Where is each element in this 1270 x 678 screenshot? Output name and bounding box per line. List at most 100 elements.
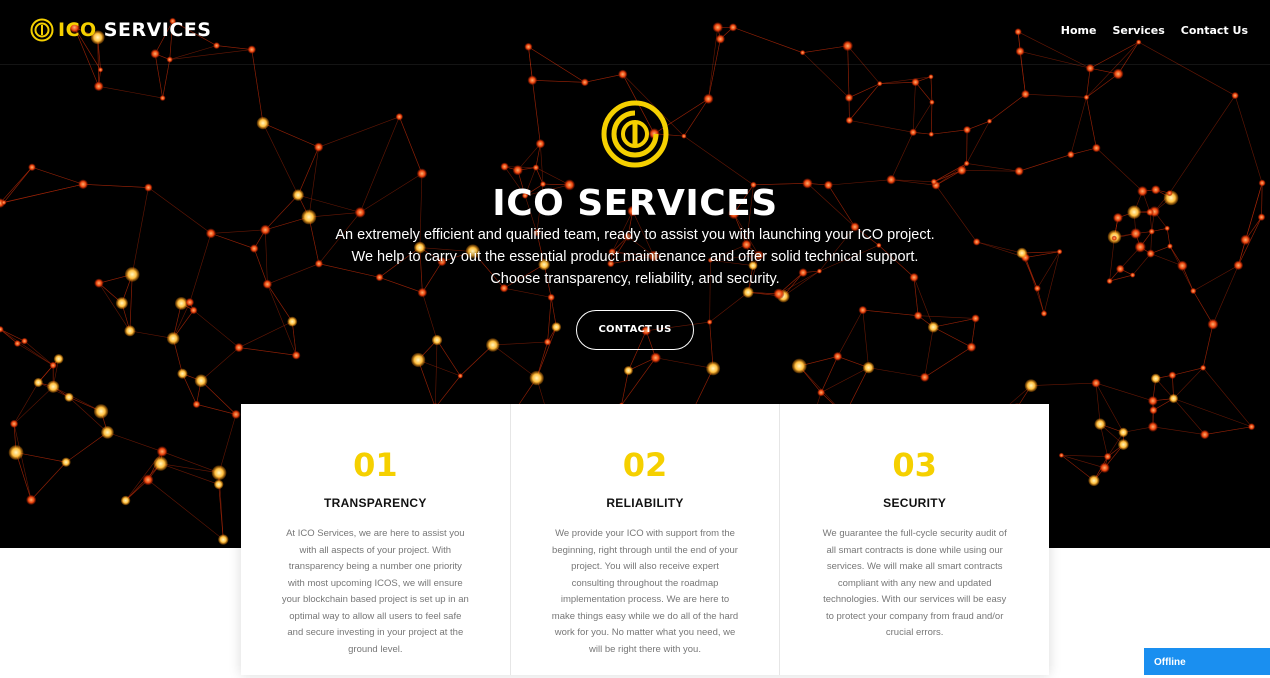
network-node <box>94 82 103 91</box>
network-node <box>143 475 154 486</box>
network-node <box>1200 365 1206 371</box>
hero-line: We help to carry out the essential produ… <box>0 246 1270 268</box>
hero-title: ICO SERVICES <box>0 184 1270 224</box>
network-link <box>585 74 623 82</box>
network-node <box>833 352 842 361</box>
network-link <box>107 432 162 451</box>
network-node <box>1100 463 1110 473</box>
network-link <box>931 77 932 102</box>
network-node <box>1232 92 1239 99</box>
network-node <box>706 362 720 376</box>
network-node <box>218 534 228 544</box>
network-node <box>64 393 73 402</box>
network-link <box>197 404 236 414</box>
network-link <box>821 368 868 393</box>
feature-text: We provide your ICO with support from th… <box>550 526 740 658</box>
network-link <box>1153 427 1205 435</box>
network-node <box>877 81 882 86</box>
coin-emblem-icon <box>601 100 669 168</box>
nav-services[interactable]: Services <box>1112 24 1164 37</box>
network-link <box>821 356 838 392</box>
network-node <box>458 373 463 378</box>
network-link <box>1061 455 1094 480</box>
network-node <box>1104 453 1111 460</box>
network-node <box>98 67 103 72</box>
network-link <box>418 360 435 408</box>
network-node <box>528 76 537 85</box>
network-link <box>1172 368 1203 375</box>
hero-content: ICO SERVICES An extremely efficient and … <box>0 100 1270 350</box>
network-link <box>16 452 66 462</box>
hero-description: An extremely efficient and qualified tea… <box>0 224 1270 290</box>
hero-line: An extremely efficient and qualified tea… <box>0 224 1270 246</box>
network-node <box>1148 396 1158 406</box>
network-node <box>61 458 70 467</box>
network-link <box>869 368 925 378</box>
network-link <box>201 381 236 415</box>
network-node <box>1118 439 1129 450</box>
network-node <box>10 420 18 428</box>
network-link <box>1174 368 1204 399</box>
network-node <box>157 446 167 456</box>
network-node <box>47 381 59 393</box>
features-panel: 01 TRANSPARENCY At ICO Services, we are … <box>241 404 1049 675</box>
main-nav: Home Services Contact Us <box>1045 24 1248 37</box>
logo-wordmark: ICO SERVICES <box>58 19 211 41</box>
feature-number: 01 <box>241 446 510 484</box>
network-node <box>1113 69 1123 79</box>
contact-us-button[interactable]: CONTACT US <box>576 310 694 350</box>
network-link <box>162 452 219 473</box>
network-node <box>1094 418 1105 429</box>
network-link <box>435 376 460 408</box>
hero-line: Choose transparency, reliability, and se… <box>0 268 1270 290</box>
network-node <box>101 426 114 439</box>
network-node <box>920 373 929 382</box>
network-node <box>9 445 24 460</box>
network-node <box>1021 90 1029 98</box>
network-node <box>1169 372 1176 379</box>
network-node <box>792 359 807 374</box>
feature-text: At ICO Services, we are here to assist y… <box>280 526 470 658</box>
network-node <box>214 480 224 490</box>
chat-status-widget[interactable]: Offline <box>1144 648 1270 675</box>
feature-text: We guarantee the full-cycle security aud… <box>820 526 1010 642</box>
network-node <box>231 410 240 419</box>
network-link <box>148 480 223 540</box>
network-node <box>193 401 201 409</box>
network-node <box>1149 406 1157 414</box>
network-link <box>1086 74 1118 97</box>
feature-title: TRANSPARENCY <box>241 496 510 510</box>
site-logo[interactable]: ICO SERVICES <box>30 18 211 42</box>
nav-home[interactable]: Home <box>1061 24 1097 37</box>
network-node <box>1148 422 1158 432</box>
network-link <box>66 432 107 462</box>
network-link <box>435 340 437 408</box>
network-link <box>161 464 219 485</box>
network-link <box>621 358 655 405</box>
network-link <box>14 424 31 500</box>
network-link <box>31 462 66 500</box>
network-node <box>624 366 633 375</box>
network-node <box>411 353 425 367</box>
network-node <box>34 378 43 387</box>
network-node <box>1088 475 1099 486</box>
network-link <box>1061 455 1107 456</box>
network-link <box>219 414 236 472</box>
network-node <box>121 496 130 505</box>
network-node <box>154 457 168 471</box>
network-node <box>195 374 208 387</box>
network-link <box>1031 383 1096 386</box>
nav-contact-us[interactable]: Contact Us <box>1181 24 1248 37</box>
network-node <box>1200 430 1209 439</box>
network-node <box>1025 379 1038 392</box>
network-link <box>656 358 714 369</box>
network-link <box>14 387 53 424</box>
network-node <box>1059 453 1064 458</box>
network-link <box>53 387 101 412</box>
network-node <box>863 362 874 373</box>
network-node <box>1151 374 1161 384</box>
feature-number: 02 <box>511 446 780 484</box>
network-node <box>911 78 919 86</box>
network-link <box>1061 455 1104 467</box>
network-link <box>925 347 972 377</box>
